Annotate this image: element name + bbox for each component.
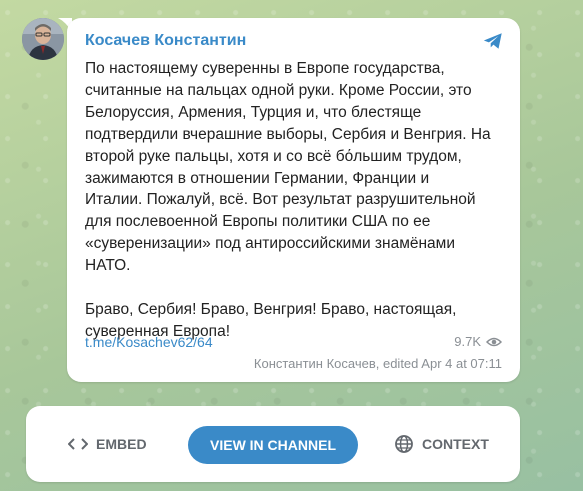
post-link[interactable]: t.me/Kosachev62/64 xyxy=(85,334,213,350)
view-in-channel-label: VIEW IN CHANNEL xyxy=(210,437,336,453)
action-bar: EMBED VIEW IN CHANNEL CONTEXT xyxy=(26,406,520,482)
globe-icon xyxy=(395,435,413,453)
embed-button[interactable]: EMBED xyxy=(68,428,147,460)
embed-label: EMBED xyxy=(96,436,147,452)
message-bubble: Косачев Константин По настоящему суверен… xyxy=(67,18,520,382)
post-meta: Константин Косачев, edited Apr 4 at 07:1… xyxy=(253,356,502,371)
channel-name[interactable]: Косачев Константин xyxy=(85,32,246,50)
view-counter: 9.7K xyxy=(454,334,502,349)
view-count: 9.7K xyxy=(454,334,481,349)
message-text: По настоящему суверенны в Европе государ… xyxy=(85,60,491,340)
code-brackets-icon xyxy=(68,438,88,450)
context-button[interactable]: CONTEXT xyxy=(394,428,489,460)
context-label: CONTEXT xyxy=(422,436,489,452)
view-in-channel-button[interactable]: VIEW IN CHANNEL xyxy=(188,426,358,464)
telegram-plane-icon[interactable] xyxy=(482,30,504,52)
eye-icon xyxy=(486,337,502,346)
